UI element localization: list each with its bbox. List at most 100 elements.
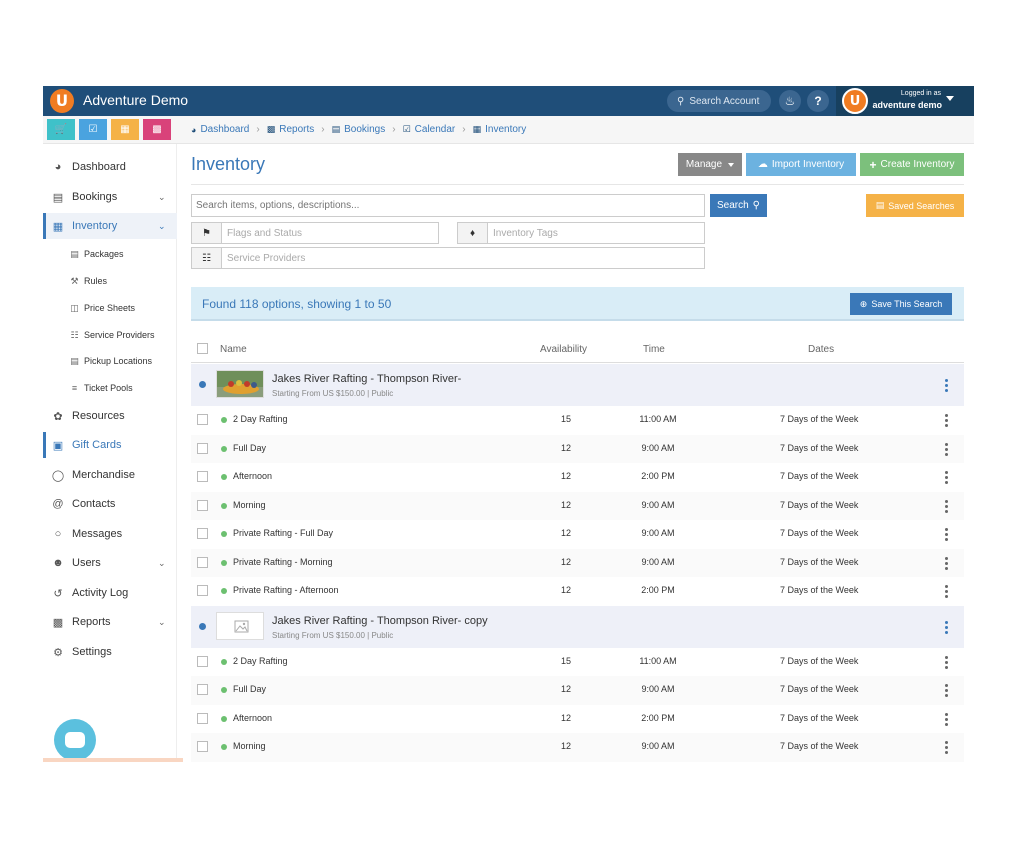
help-button[interactable]: ? [807,90,829,112]
option-name[interactable]: Private Rafting - Morning [233,557,333,567]
option-row[interactable]: Afternoon 12 2:00 PM 7 Days of the Week [191,463,964,492]
option-menu-icon[interactable] [944,499,948,513]
option-menu-icon[interactable] [944,556,948,570]
import-inventory-button[interactable]: ☁ Import Inventory [746,153,856,176]
breadcrumb-bookings[interactable]: Bookings [344,124,385,135]
option-menu-icon[interactable] [944,528,948,541]
option-name[interactable]: Private Rafting - Afternoon [233,585,339,595]
item-thumbnail[interactable] [216,611,264,640]
row-checkbox[interactable] [197,414,208,425]
option-name[interactable]: 2 Day Rafting [233,656,288,666]
option-name[interactable]: Afternoon [233,713,272,723]
sidebar-item-users[interactable]: ☻ Users ⌄ [43,550,177,576]
inventory-tags-input[interactable] [488,223,702,243]
option-menu-icon[interactable] [944,741,948,754]
row-checkbox[interactable] [197,442,208,454]
sidebar-item-merchandise[interactable]: ◯ Merchandise [43,462,177,488]
sidebar-subitem-packages[interactable]: ▤ Packages [69,244,123,264]
breadcrumb-dashboard[interactable]: Dashboard [200,124,249,135]
app-logo-icon[interactable]: ᑌ [50,89,74,113]
option-name[interactable]: Afternoon [233,471,272,481]
option-row[interactable]: Morning 12 9:00 AM 7 Days of the Week [191,491,964,520]
option-row[interactable]: Private Rafting - Full Day 12 9:00 AM 7 Day… [191,520,964,549]
option-menu-icon[interactable] [944,712,948,726]
row-checkbox[interactable] [197,741,208,752]
option-row[interactable]: 2 Day Rafting 15 11:00 AM 7 Days of the Wee… [191,406,964,435]
search-account-button[interactable]: ⚲ Search Account [667,90,771,112]
row-checkbox[interactable] [197,684,208,695]
option-row[interactable]: Private Rafting - Afternoon 12 2:00 PM 7 Da… [191,577,964,606]
option-name[interactable]: Morning [233,500,266,510]
bell-icon[interactable]: ♨ [779,90,801,112]
option-menu-icon[interactable] [944,471,948,484]
option-name[interactable]: Private Rafting - Full Day [233,528,333,538]
row-checkbox[interactable] [197,712,208,724]
option-menu-icon[interactable] [944,655,948,669]
quick-calendar-button[interactable]: ☑ [79,119,107,140]
row-checkbox[interactable] [197,528,208,539]
sidebar-item-bookings[interactable]: ▤ Bookings ⌄ [43,184,177,210]
option-menu-icon[interactable] [944,585,948,598]
row-checkbox[interactable] [197,655,208,667]
sidebar-item-settings[interactable]: ⚙ Settings [43,639,177,665]
option-row[interactable]: Afternoon 12 2:00 PM 7 Days of the Week [191,705,964,734]
row-checkbox[interactable] [197,471,208,482]
sidebar-subitem-pickup-locations[interactable]: ▤ Pickup Locations [69,351,152,371]
option-row[interactable]: Full Day 12 9:00 AM 7 Days of the Week [191,676,964,705]
inventory-item-row[interactable]: Jakes River Rafting - Thompson River- Sta… [191,364,964,406]
breadcrumb-inventory[interactable]: Inventory [485,124,526,135]
chat-widget-button[interactable] [54,719,96,761]
create-inventory-button[interactable]: + Create Inventory [860,153,964,176]
sidebar-subitem-price-sheets[interactable]: ◫ Price Sheets [69,298,135,318]
breadcrumb-calendar[interactable]: Calendar [415,124,456,135]
column-time[interactable]: Time [643,344,665,355]
option-name[interactable]: Morning [233,741,266,751]
column-dates[interactable]: Dates [808,344,834,355]
search-input[interactable] [191,194,705,217]
user-menu[interactable]: ᑌ Logged in as adventure demo [836,86,974,116]
quick-inventory-button[interactable]: ▦ [111,119,139,140]
option-row[interactable]: Private Rafting - Morning 12 9:00 AM 7 Days… [191,548,964,577]
sidebar-item-dashboard[interactable]: ◕ Dashboard [43,154,177,180]
manage-button[interactable]: Manage [678,153,742,176]
sidebar-item-activity-log[interactable]: ↺ Activity Log [43,580,177,606]
quick-reports-button[interactable]: ▩ [143,119,171,140]
sidebar-subitem-service-providers[interactable]: ☷ Service Providers [69,325,154,345]
inventory-item-row[interactable]: Jakes River Rafting - Thompson River- co… [191,605,964,648]
item-menu-icon[interactable] [944,620,948,634]
column-availability[interactable]: Availability [540,344,587,355]
option-name[interactable]: Full Day [233,684,266,694]
column-name[interactable]: Name [220,344,247,355]
sidebar-item-reports[interactable]: ▩ Reports ⌄ [43,609,177,635]
sidebar-item-gift-cards[interactable]: ▣ Gift Cards [43,432,177,458]
sidebar-item-resources[interactable]: ✿ Resources [43,403,177,429]
option-row[interactable]: Full Day 12 9:00 AM 7 Days of the Week [191,434,964,463]
option-row[interactable]: Morning 12 9:00 AM 7 Days of the Week [191,733,964,762]
option-menu-icon[interactable] [944,442,948,456]
quick-cart-button[interactable]: 🛒 [47,119,75,140]
item-name[interactable]: Jakes River Rafting - Thompson River- co… [272,615,488,627]
sidebar-item-contacts[interactable]: @ Contacts [43,491,177,517]
flags-status-input[interactable] [222,223,436,243]
saved-searches-button[interactable]: ▤ Saved Searches [866,194,964,217]
sidebar-item-inventory[interactable]: ▦ Inventory ⌄ [43,213,177,239]
select-all-checkbox[interactable] [197,343,208,354]
row-checkbox[interactable] [197,585,208,596]
row-checkbox[interactable] [197,556,208,568]
item-name[interactable]: Jakes River Rafting - Thompson River- [272,373,461,385]
option-name[interactable]: 2 Day Rafting [233,414,288,424]
sidebar-item-messages[interactable]: ○ Messages [43,521,177,547]
sidebar-subitem-ticket-pools[interactable]: ≡ Ticket Pools [69,378,133,398]
item-thumbnail[interactable] [216,370,264,398]
option-menu-icon[interactable] [944,684,948,697]
item-menu-icon[interactable] [944,379,948,392]
row-checkbox[interactable] [197,499,208,511]
save-search-button[interactable]: ⊕ Save This Search [850,293,952,315]
option-row[interactable]: 2 Day Rafting 15 11:00 AM 7 Days of the Wee… [191,648,964,677]
breadcrumb-reports[interactable]: Reports [279,124,314,135]
search-button[interactable]: Search ⚲ [710,194,767,217]
service-providers-input[interactable] [222,248,702,268]
option-menu-icon[interactable] [944,414,948,427]
option-name[interactable]: Full Day [233,443,266,453]
sidebar-subitem-rules[interactable]: ⚒ Rules [69,271,107,291]
